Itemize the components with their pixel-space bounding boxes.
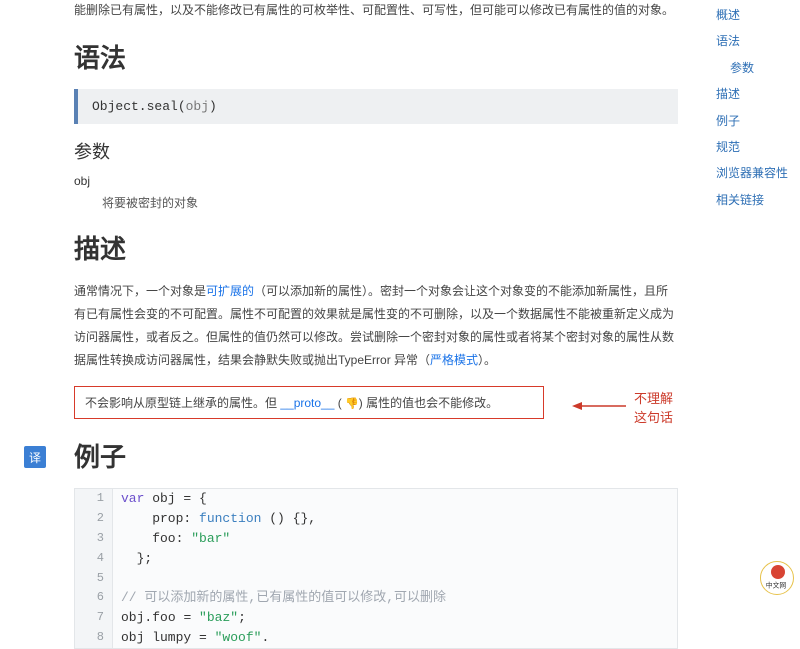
param-name: obj bbox=[74, 174, 678, 188]
code-line: 8obj lumpy = "woof". bbox=[75, 628, 677, 648]
heading-example: 例子 bbox=[74, 437, 678, 474]
toc-link[interactable]: 参数 bbox=[708, 55, 794, 81]
line-number: 3 bbox=[75, 529, 113, 549]
thumbs-down-icon: 👎 bbox=[345, 397, 359, 410]
toc-link[interactable]: 例子 bbox=[708, 108, 794, 134]
line-number: 6 bbox=[75, 588, 113, 608]
link-proto[interactable]: __proto__ bbox=[280, 396, 334, 410]
line-number: 4 bbox=[75, 549, 113, 569]
code-editor: 1var obj = {2 prop: function () {},3 foo… bbox=[74, 488, 678, 649]
note-wrapper: 不会影响从原型链上继承的属性。但 __proto__ ( 👎) 属性的值也会不能… bbox=[74, 386, 678, 419]
callout-annotation: 不理解这句话 bbox=[634, 388, 678, 426]
code-line: 7obj.foo = "baz"; bbox=[75, 608, 677, 628]
line-number: 2 bbox=[75, 509, 113, 529]
heading-syntax: 语法 bbox=[74, 38, 678, 75]
arrow-icon bbox=[572, 400, 622, 402]
link-extensible[interactable]: 可扩展的 bbox=[206, 284, 254, 298]
heading-params: 参数 bbox=[74, 138, 678, 164]
code-line: 1var obj = { bbox=[75, 489, 677, 509]
description-paragraph: 通常情况下，一个对象是可扩展的（可以添加新的属性）。密封一个对象会让这个对象变的… bbox=[74, 280, 678, 371]
code-line: 3 foo: "bar" bbox=[75, 529, 677, 549]
toc-link[interactable]: 概述 bbox=[708, 2, 794, 28]
site-logo-badge[interactable]: 中文网 bbox=[760, 561, 796, 597]
line-number: 8 bbox=[75, 628, 113, 648]
toc-link[interactable]: 浏览器兼容性 bbox=[708, 160, 794, 186]
code-line: 4 }; bbox=[75, 549, 677, 569]
toc-link[interactable]: 相关链接 bbox=[708, 187, 794, 213]
toc-link[interactable]: 语法 bbox=[708, 28, 794, 54]
logo-dot-icon bbox=[771, 565, 785, 579]
param-description: 将要被密封的对象 bbox=[74, 194, 678, 211]
syntax-code-block: Object.seal(obj) bbox=[74, 89, 678, 124]
toc-sidebar: 概述语法参数描述例子规范浏览器兼容性相关链接 bbox=[708, 2, 794, 213]
main-content: 能删除已有属性，以及不能修改已有属性的可枚举性、可配置性、可写性，但可能可以修改… bbox=[0, 0, 690, 649]
toc-link[interactable]: 描述 bbox=[708, 81, 794, 107]
line-number: 1 bbox=[75, 489, 113, 509]
link-strict-mode[interactable]: 严格模式 bbox=[430, 353, 478, 367]
line-number: 7 bbox=[75, 608, 113, 628]
intro-text: 能删除已有属性，以及不能修改已有属性的可枚举性、可配置性、可写性，但可能可以修改… bbox=[74, 0, 678, 20]
code-line: 6// 可以添加新的属性,已有属性的值可以修改,可以删除 bbox=[75, 588, 677, 608]
translate-button[interactable]: 译 bbox=[24, 446, 46, 468]
note-box: 不会影响从原型链上继承的属性。但 __proto__ ( 👎) 属性的值也会不能… bbox=[74, 386, 544, 419]
line-number: 5 bbox=[75, 569, 113, 588]
code-line: 2 prop: function () {}, bbox=[75, 509, 677, 529]
code-line: 5 bbox=[75, 569, 677, 588]
toc-link[interactable]: 规范 bbox=[708, 134, 794, 160]
heading-description: 描述 bbox=[74, 229, 678, 266]
